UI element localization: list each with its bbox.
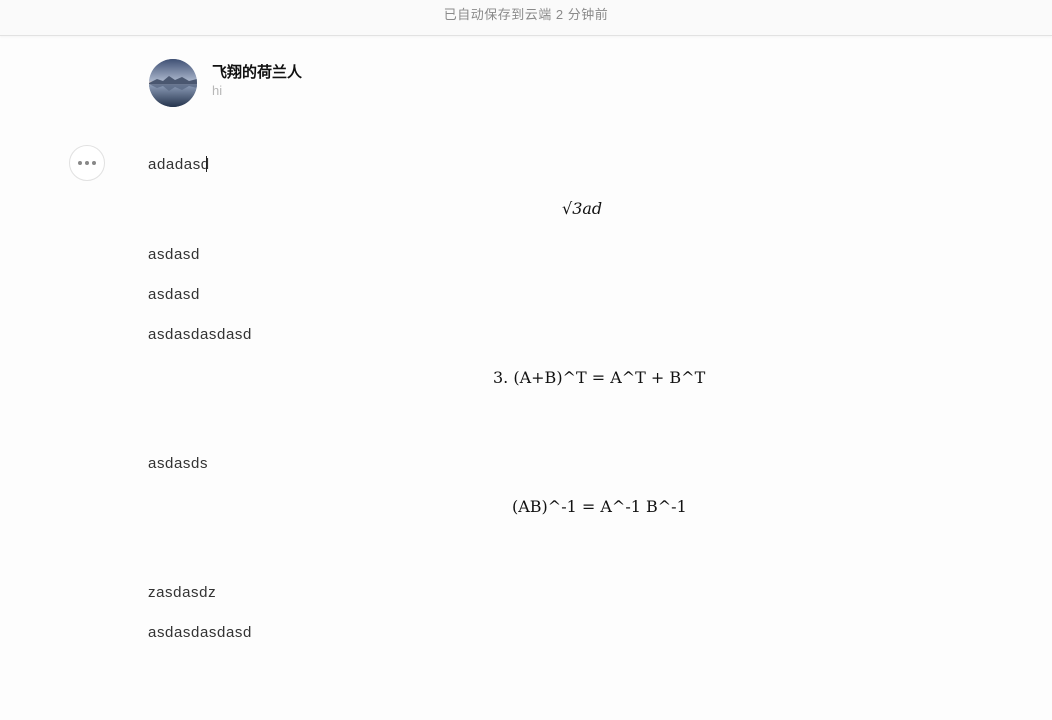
formula-block[interactable]: 3. (A+B)^T = A^T + B^T <box>493 368 705 387</box>
paragraph[interactable]: asdasd <box>148 286 200 303</box>
paragraph[interactable]: asdasdasdasd <box>148 326 252 343</box>
formula-text: 3. (A+B)^T = A^T + B^T <box>493 368 706 387</box>
paragraph[interactable]: adadasd <box>148 156 210 173</box>
more-dots-icon <box>78 161 96 165</box>
author-name[interactable]: 飞翔的荷兰人 <box>212 61 302 82</box>
formula-text: √3ad <box>562 199 603 218</box>
paragraph[interactable]: zasdasdz <box>148 584 216 601</box>
paragraph[interactable]: asdasds <box>148 455 208 472</box>
avatar[interactable] <box>149 59 197 107</box>
paragraph[interactable]: asdasdasdasd <box>148 624 252 641</box>
formula-block[interactable]: (AB)^-1 = A^-1 B^-1 <box>512 497 687 516</box>
paragraph-text: adadasd <box>148 156 210 173</box>
top-bar: 已自动保存到云端 2 分钟前 <box>0 0 1052 36</box>
paragraph[interactable]: asdasd <box>148 246 200 263</box>
formula-block[interactable]: √3ad <box>562 199 602 218</box>
text-cursor <box>205 156 207 172</box>
more-options-button[interactable] <box>69 145 105 181</box>
author-subtitle: hi <box>212 83 223 98</box>
save-status-text: 已自动保存到云端 2 分钟前 <box>443 7 609 22</box>
formula-text: (AB)^-1 = A^-1 B^-1 <box>512 497 687 516</box>
